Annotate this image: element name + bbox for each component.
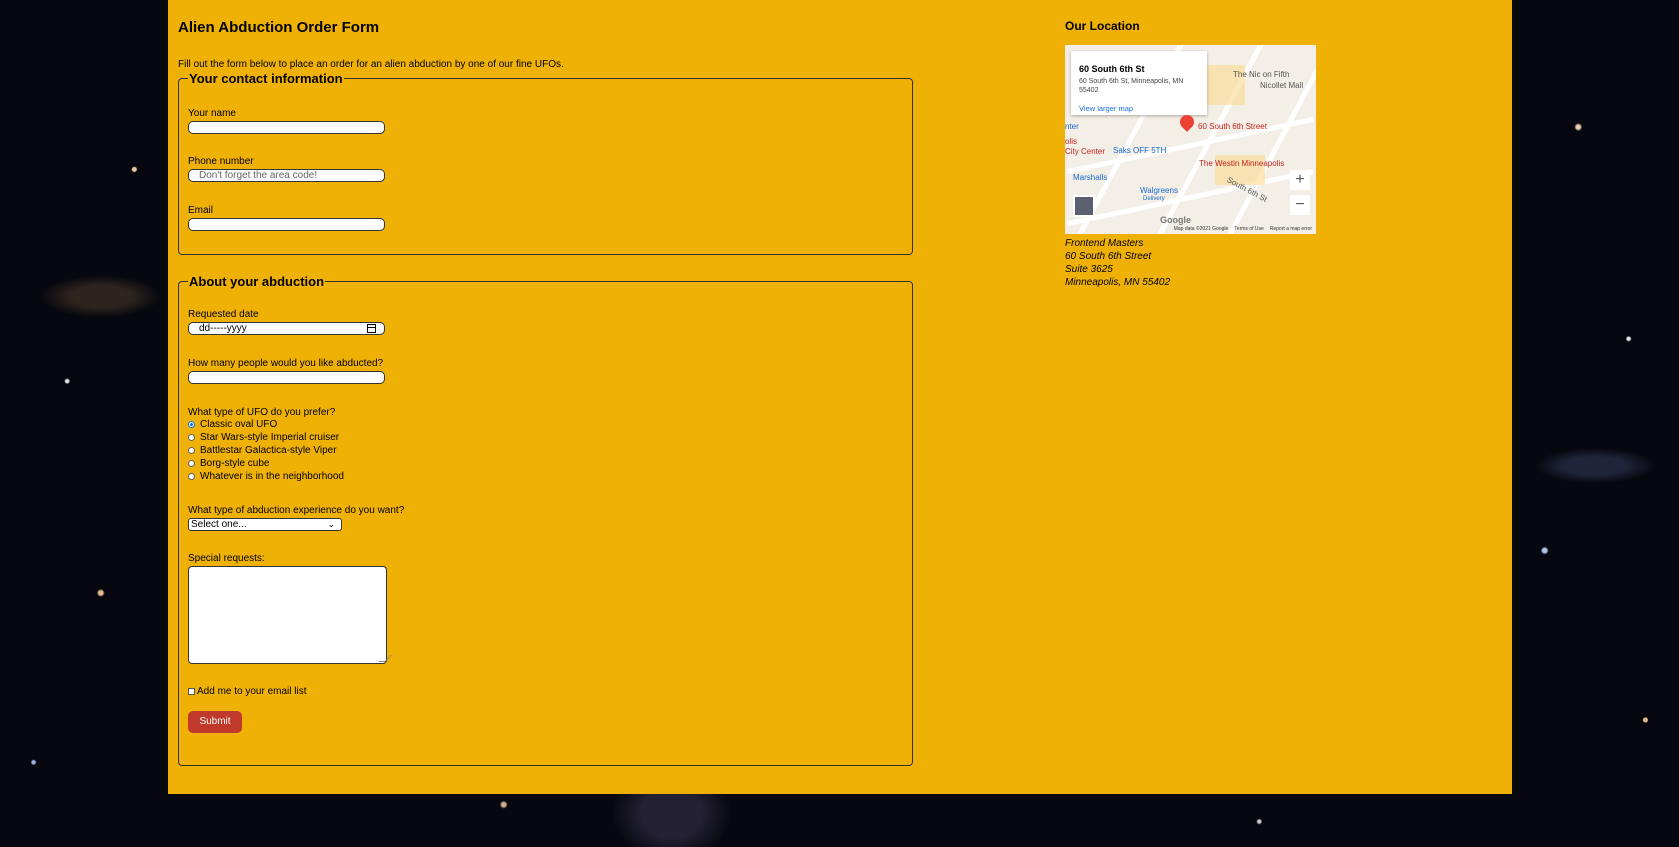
people-label: How many people would you like abducted?: [188, 358, 384, 369]
map-label: Nicollet Mall: [1260, 81, 1304, 90]
date-value: dd-----yyyy: [199, 323, 247, 334]
ufo-option-label: Battlestar Galactica-style Viper: [200, 445, 337, 456]
email-list-label: Add me to your email list: [197, 686, 307, 697]
ufo-option-label: Borg-style cube: [200, 458, 270, 469]
contact-fieldset: Your contact information Your name Phone…: [178, 71, 913, 255]
location-map[interactable]: The Nic on Fifth Nicollet Mall 60 South …: [1065, 45, 1316, 234]
map-card-address: 60 South 6th St, Minneapolis, MN 55402: [1079, 78, 1184, 94]
email-label: Email: [188, 205, 214, 216]
ufo-option[interactable]: Borg-style cube: [188, 457, 269, 470]
resize-handle-icon[interactable]: [378, 655, 392, 662]
google-logo: Google: [1160, 215, 1191, 225]
map-label: nter: [1065, 122, 1079, 131]
page-title: Alien Abduction Order Form: [178, 19, 380, 36]
report-error-link[interactable]: Report a map error: [1270, 226, 1312, 232]
map-footer: Map data ©2021 Google Terms of Use Repor…: [1174, 226, 1312, 232]
radio-button[interactable]: [188, 421, 195, 428]
abduction-legend: About your abduction: [189, 274, 325, 289]
location-title: Our Location: [1065, 19, 1140, 33]
abduction-fieldset: About your abduction Requested date dd--…: [178, 274, 913, 766]
zoom-in-button[interactable]: +: [1290, 170, 1310, 190]
ufo-option[interactable]: Classic oval UFO: [188, 418, 277, 431]
map-data-credit: Map data ©2021 Google: [1173, 226, 1229, 232]
address-line: Suite 3625: [1065, 264, 1113, 275]
map-label: Walgreens: [1140, 186, 1178, 195]
ufo-option[interactable]: Whatever is in the neighborhood: [188, 470, 344, 483]
contact-legend: Your contact information: [189, 71, 343, 86]
view-larger-map-link[interactable]: View larger map: [1079, 104, 1133, 113]
map-pin-label: 60 South 6th Street: [1198, 122, 1267, 131]
terms-link[interactable]: Terms of Use: [1234, 226, 1263, 232]
chevron-down-icon: ⌄: [327, 519, 335, 529]
zoom-out-button[interactable]: −: [1290, 195, 1310, 215]
special-label: Special requests:: [188, 553, 265, 564]
map-label: Delivery: [1143, 196, 1165, 202]
phone-label: Phone number: [188, 156, 254, 167]
map-card-title: 60 South 6th St: [1079, 64, 1145, 74]
experience-label: What type of abduction experience do you…: [188, 505, 405, 516]
ufo-option[interactable]: Battlestar Galactica-style Viper: [188, 444, 337, 457]
ufo-option[interactable]: Star Wars-style Imperial cruiser: [188, 431, 339, 444]
map-label: City Center: [1065, 147, 1106, 156]
radio-button[interactable]: [188, 447, 195, 454]
ufo-option-label: Classic oval UFO: [200, 419, 278, 430]
ufo-option-label: Star Wars-style Imperial cruiser: [200, 432, 340, 443]
map-pin-icon[interactable]: [1177, 112, 1197, 132]
date-label: Requested date: [188, 309, 259, 320]
map-label: Saks OFF 5TH: [1113, 146, 1167, 155]
map-label: Marshalls: [1073, 173, 1108, 182]
experience-select[interactable]: Select one... ⌄: [188, 518, 342, 531]
phone-input[interactable]: Don't forget the area code!: [188, 169, 385, 182]
map-label: olis: [1065, 137, 1078, 146]
date-input[interactable]: dd-----yyyy: [188, 322, 385, 335]
email-list-option[interactable]: Add me to your email list: [188, 686, 307, 697]
experience-selected: Select one...: [191, 519, 247, 530]
address-block: Frontend Masters 60 South 6th Street Sui…: [1065, 237, 1170, 289]
radio-button[interactable]: [188, 473, 195, 480]
satellite-toggle-icon[interactable]: [1073, 195, 1095, 217]
name-label: Your name: [188, 108, 236, 119]
radio-button[interactable]: [188, 460, 195, 467]
email-input[interactable]: [188, 218, 385, 231]
map-label: The Westin Minneapolis: [1199, 159, 1285, 168]
radio-button[interactable]: [188, 434, 195, 441]
map-info-card: 60 South 6th St 60 South 6th St, Minneap…: [1071, 51, 1207, 115]
page-container: Alien Abduction Order Form Fill out the …: [168, 0, 1512, 794]
address-line: 60 South 6th Street: [1065, 251, 1152, 262]
ufo-option-label: Whatever is in the neighborhood: [200, 471, 344, 482]
calendar-icon[interactable]: [367, 324, 376, 333]
address-line: Frontend Masters: [1065, 238, 1144, 249]
form-intro: Fill out the form below to place an orde…: [178, 59, 564, 70]
map-label: The Nic on Fifth: [1233, 70, 1290, 79]
address-line: Minneapolis, MN 55402: [1065, 277, 1171, 288]
people-input[interactable]: [188, 371, 385, 384]
email-list-checkbox[interactable]: [188, 688, 195, 695]
name-input[interactable]: [188, 121, 385, 134]
submit-button[interactable]: Submit: [188, 711, 242, 733]
ufo-label: What type of UFO do you prefer?: [188, 407, 336, 418]
special-requests-textarea[interactable]: [188, 566, 392, 664]
